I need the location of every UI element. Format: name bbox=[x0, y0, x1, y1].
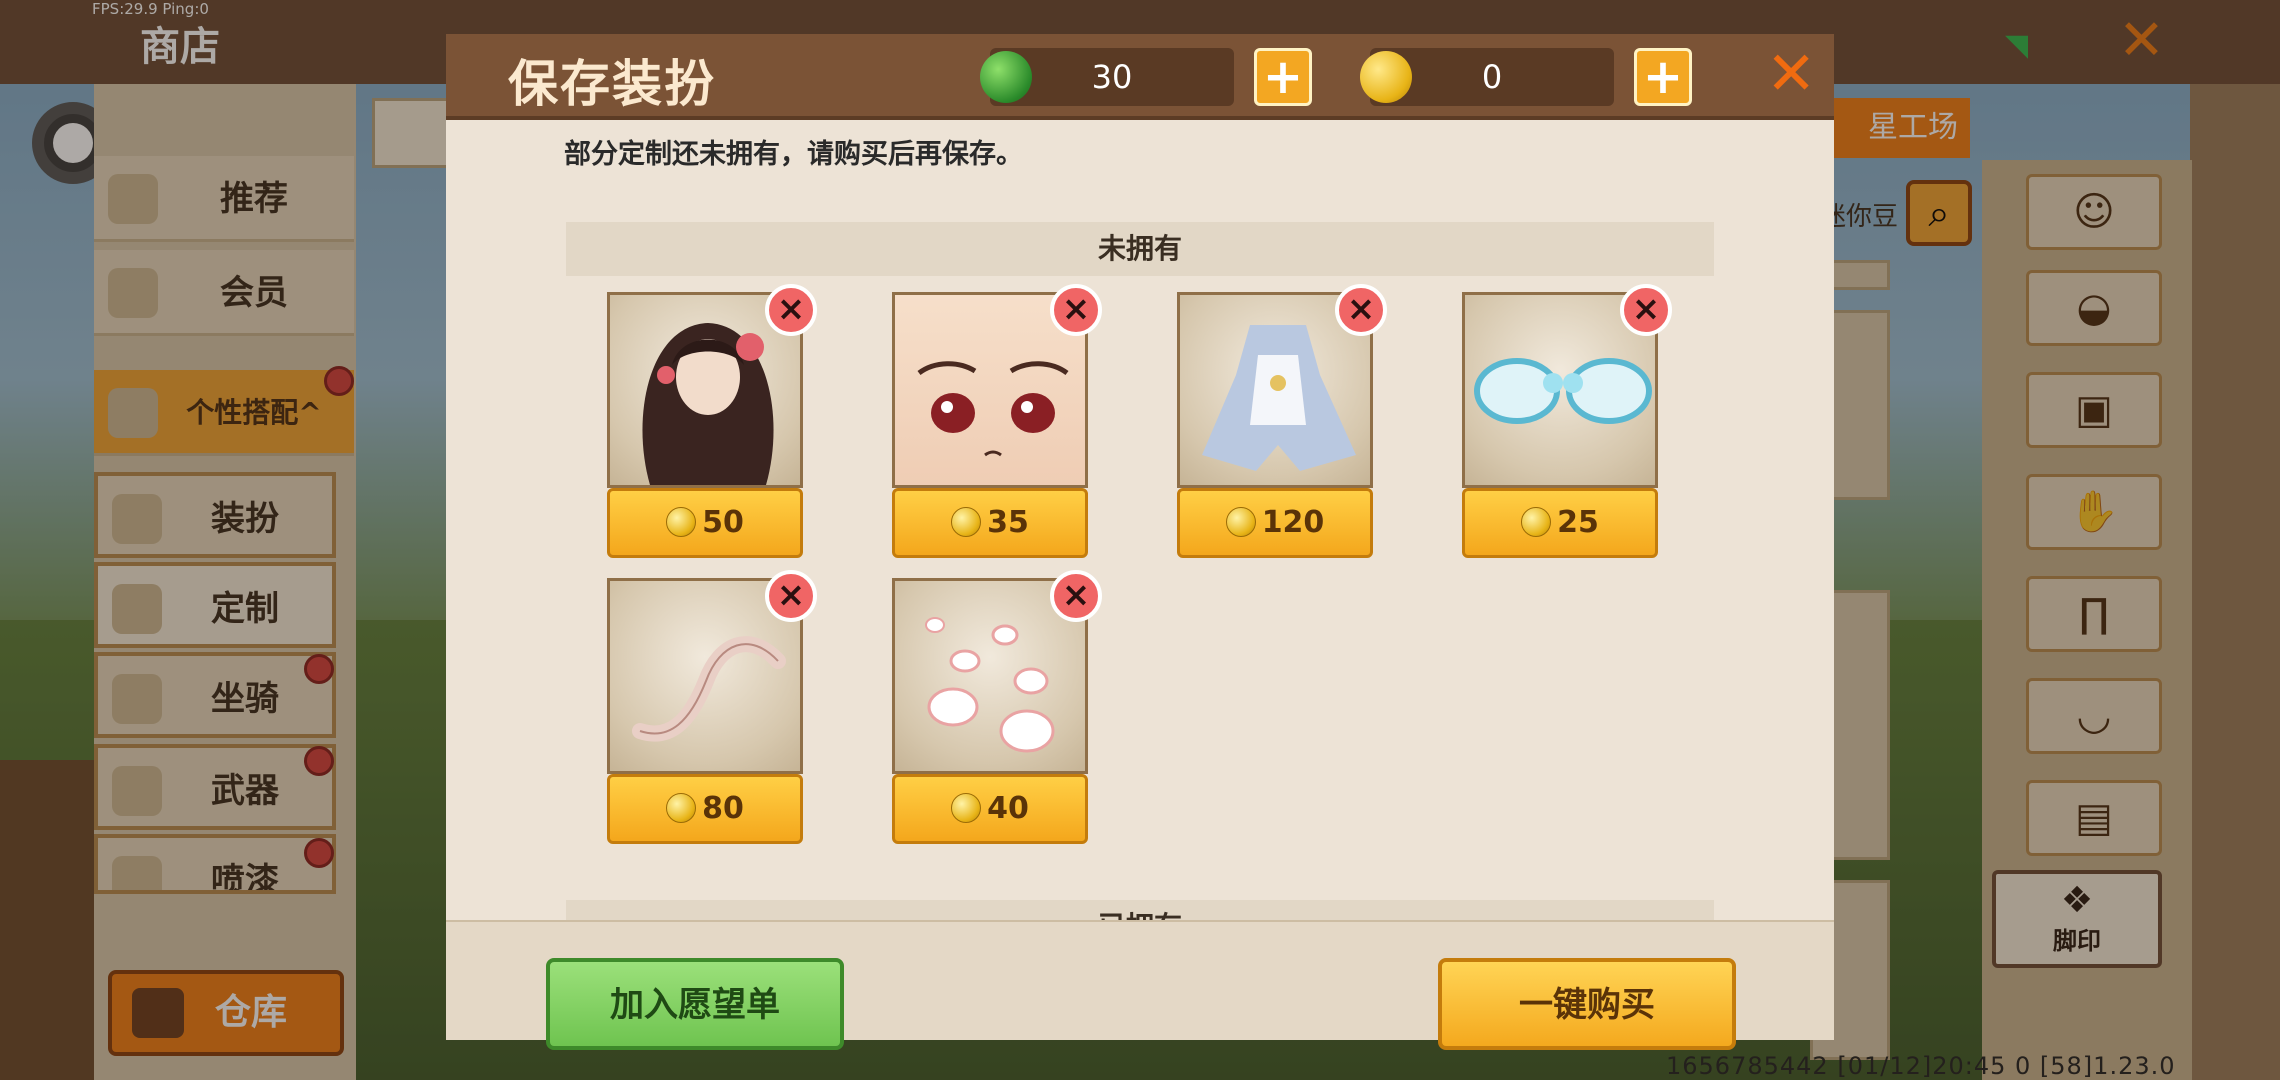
remove-item-button[interactable]: × bbox=[1050, 570, 1102, 622]
item-card[interactable]: × 35 bbox=[892, 284, 1102, 574]
remove-item-button[interactable]: × bbox=[1620, 284, 1672, 336]
mini-bean-icon bbox=[951, 793, 982, 823]
price-value: 25 bbox=[1557, 505, 1599, 540]
dialog-header: 保存装扮 30 + 0 + ✕ bbox=[446, 34, 1834, 120]
dialog-title: 保存装扮 bbox=[508, 55, 716, 113]
remove-item-button[interactable]: × bbox=[1335, 284, 1387, 336]
remove-item-button[interactable]: × bbox=[765, 284, 817, 336]
notice-text: 部分定制还未拥有，请购买后再保存。 bbox=[564, 139, 1023, 170]
remove-item-button[interactable]: × bbox=[765, 570, 817, 622]
add-mini-bean-button[interactable]: + bbox=[1634, 48, 1692, 106]
section-owned: 已拥有 bbox=[566, 900, 1714, 920]
price-value: 80 bbox=[702, 791, 744, 826]
mini-bean-icon bbox=[951, 507, 982, 537]
mini-coin-icon bbox=[980, 51, 1032, 103]
remove-item-button[interactable]: × bbox=[1050, 284, 1102, 336]
item-card[interactable]: × 80 bbox=[607, 570, 817, 860]
item-price: 25 bbox=[1462, 488, 1658, 558]
add-to-wishlist-button[interactable]: 加入愿望单 bbox=[546, 958, 844, 1050]
mini-bean-icon bbox=[666, 507, 697, 537]
item-price: 120 bbox=[1177, 488, 1373, 558]
mini-bean-icon bbox=[1360, 51, 1412, 103]
price-value: 120 bbox=[1261, 505, 1325, 540]
dialog-footer: 加入愿望单 一键购买 bbox=[446, 920, 1834, 1050]
item-card[interactable]: × 40 bbox=[892, 570, 1102, 860]
section-unowned: 未拥有 bbox=[566, 222, 1714, 276]
price-value: 40 bbox=[987, 791, 1029, 826]
mini-bean-icon bbox=[1521, 507, 1552, 537]
item-card[interactable]: × 50 bbox=[607, 284, 817, 574]
item-price: 35 bbox=[892, 488, 1088, 558]
dialog-body: 部分定制还未拥有，请购买后再保存。 未拥有 × 50 × 35 × 120 × … bbox=[446, 120, 1834, 920]
price-value: 50 bbox=[702, 505, 744, 540]
item-price: 40 bbox=[892, 774, 1088, 844]
item-card[interactable]: × 25 bbox=[1462, 284, 1672, 574]
mini-bean-icon bbox=[666, 793, 697, 823]
item-card[interactable]: × 120 bbox=[1177, 284, 1387, 574]
buy-all-button[interactable]: 一键购买 bbox=[1438, 958, 1736, 1050]
price-value: 35 bbox=[987, 505, 1029, 540]
add-mini-coin-button[interactable]: + bbox=[1254, 48, 1312, 106]
item-price: 80 bbox=[607, 774, 803, 844]
item-price: 50 bbox=[607, 488, 803, 558]
save-outfit-dialog: 保存装扮 30 + 0 + ✕ 部分定制还未拥有，请购买后再保存。 未拥有 × … bbox=[446, 34, 1834, 1050]
close-icon[interactable]: ✕ bbox=[1766, 42, 1816, 106]
mini-bean-icon bbox=[1225, 507, 1256, 537]
